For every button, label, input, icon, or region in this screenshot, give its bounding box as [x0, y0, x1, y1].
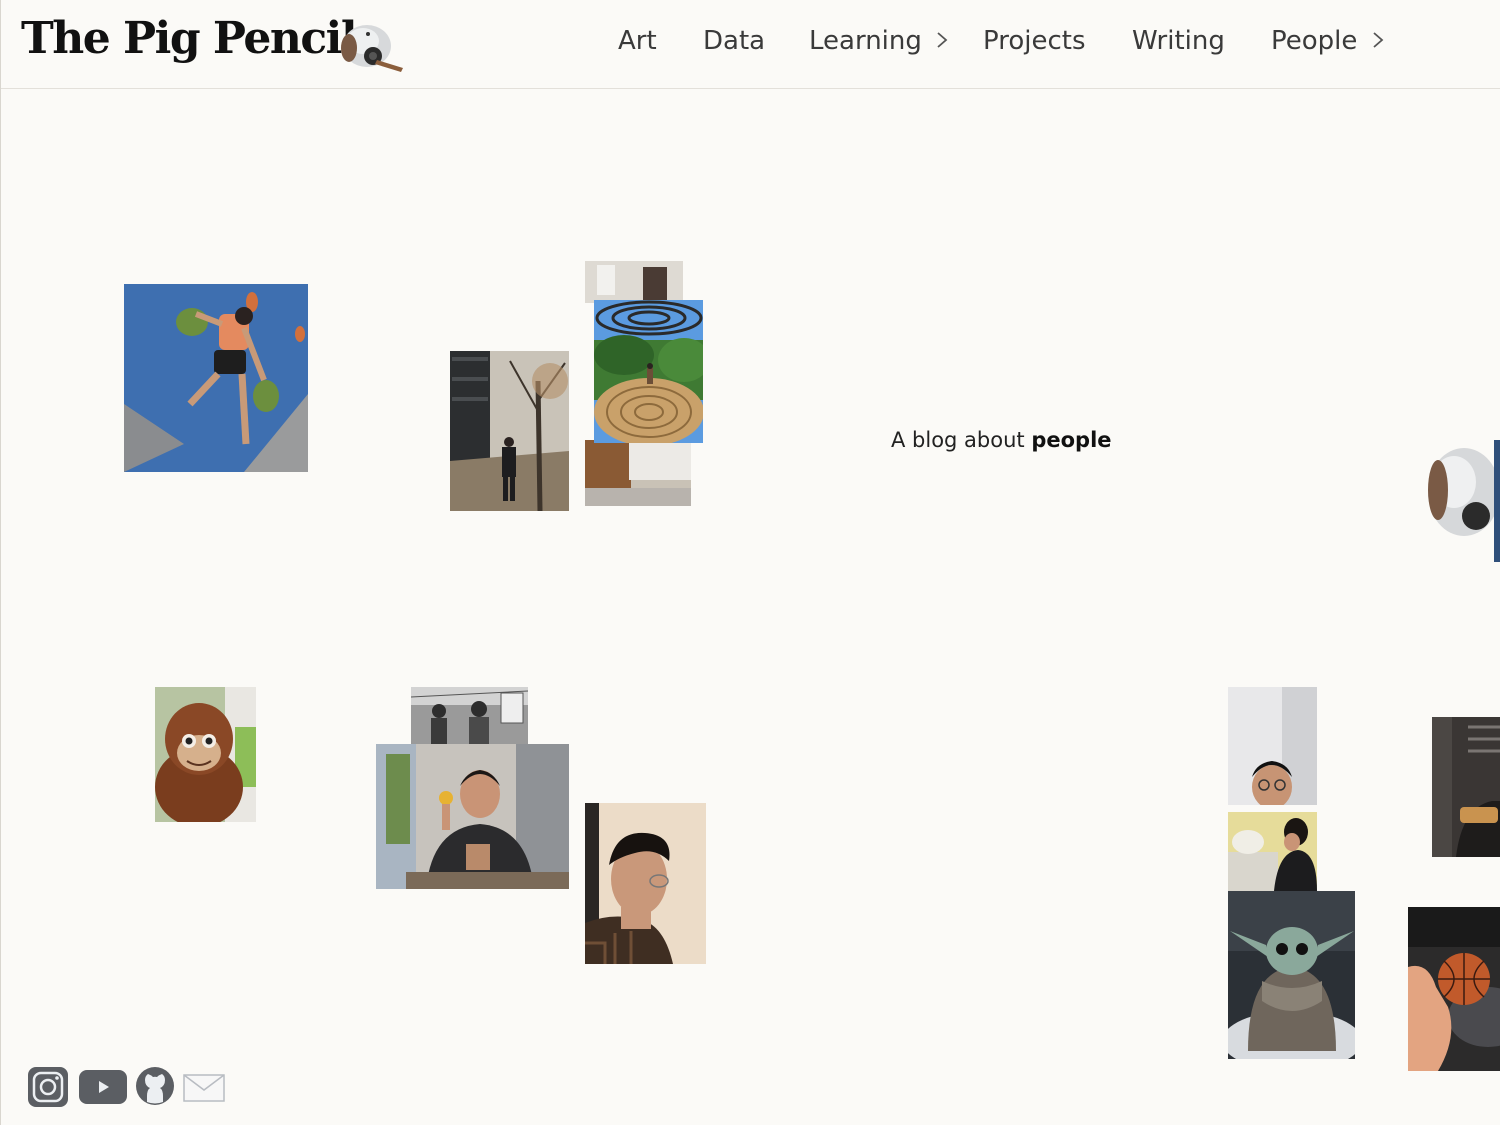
photo-climbing-wall[interactable]: [124, 284, 308, 472]
pig-pencil-sharpener-icon[interactable]: [337, 16, 405, 74]
nav-item-people[interactable]: People: [1271, 22, 1384, 61]
photo-cafe-edge[interactable]: [1432, 717, 1500, 857]
site-header: The Pig Pencil Art Data Learning Project…: [1, 0, 1500, 89]
photo-labyrinth-garden[interactable]: [594, 300, 703, 443]
photo-street-trees[interactable]: [450, 351, 569, 511]
nav-item-projects[interactable]: Projects: [983, 22, 1086, 60]
photo-table-partial[interactable]: [585, 440, 691, 506]
photo-kitchen[interactable]: [1228, 812, 1317, 891]
nav-label: Projects: [983, 26, 1086, 56]
chevron-right-icon: [936, 23, 948, 61]
youtube-icon[interactable]: [79, 1070, 127, 1109]
photo-room-top[interactable]: [585, 261, 683, 303]
instagram-icon[interactable]: [27, 1066, 69, 1113]
github-icon[interactable]: [135, 1066, 175, 1111]
nav-label: Learning: [809, 26, 922, 56]
photo-mini-basketball[interactable]: [1408, 907, 1500, 1071]
photo-pig-sharpener-edge[interactable]: [1424, 440, 1500, 562]
nav-label: Writing: [1132, 26, 1225, 56]
photo-mural[interactable]: [411, 687, 528, 745]
nav-label: Data: [703, 26, 766, 56]
photo-baby-yoda[interactable]: [1228, 891, 1355, 1059]
photo-orangutan-plush[interactable]: [155, 687, 256, 822]
chevron-right-icon: [1372, 23, 1384, 61]
nav-item-data[interactable]: Data: [703, 22, 765, 60]
hero-tagline: A blog about people: [891, 428, 1112, 452]
photo-webcam-selfie[interactable]: [1228, 687, 1317, 805]
site-title[interactable]: The Pig Pencil: [21, 13, 358, 64]
nav-item-writing[interactable]: Writing: [1132, 22, 1225, 60]
nav-item-learning[interactable]: Learning: [809, 22, 948, 61]
photo-person-with-fruit[interactable]: [376, 744, 569, 889]
nav-item-art[interactable]: Art: [618, 22, 657, 60]
mail-icon[interactable]: [183, 1074, 225, 1107]
nav-label: People: [1271, 26, 1358, 56]
tagline-emphasis: people: [1031, 428, 1112, 452]
photo-profile-portrait[interactable]: [585, 803, 706, 964]
tagline-prefix: A blog about: [891, 428, 1025, 452]
nav-label: Art: [618, 26, 657, 56]
page: The Pig Pencil Art Data Learning Project…: [0, 0, 1500, 1125]
